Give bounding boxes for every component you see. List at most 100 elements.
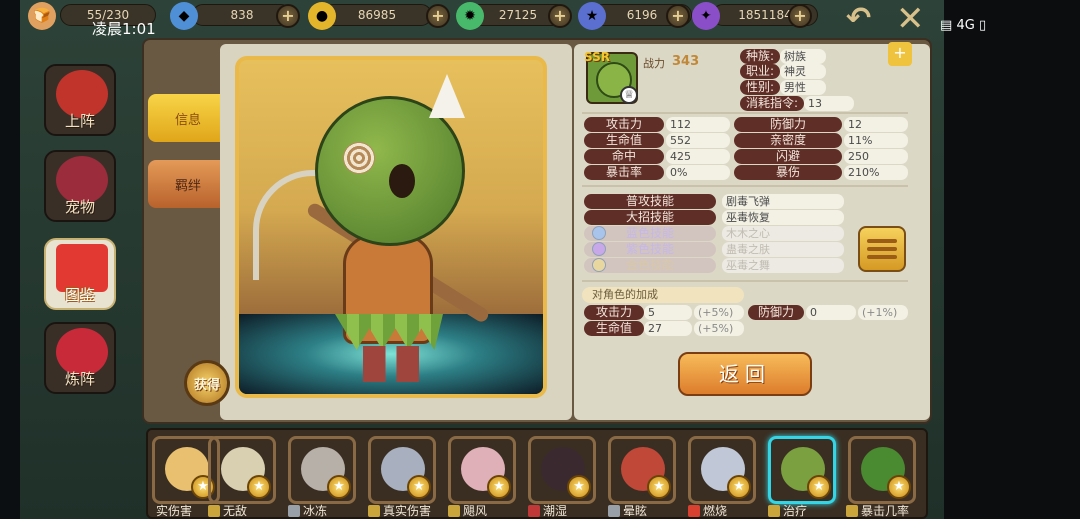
- network-type: 4G: [956, 18, 975, 33]
- hero-trait-label: 晕眩: [608, 503, 647, 519]
- hero-trait-label: 治疗: [768, 503, 807, 519]
- purple-star-icon: ✦: [692, 2, 720, 30]
- star-icon: ★: [807, 475, 831, 499]
- roster-hero[interactable]: ★: [448, 436, 516, 504]
- star-icon: ★: [567, 475, 591, 499]
- gold-coin-icon: ●: [308, 2, 336, 30]
- star-icon: ★: [407, 475, 431, 499]
- bonus-percent: (+5%): [694, 305, 744, 320]
- skill-value[interactable]: 剧毒飞弹: [722, 194, 844, 209]
- hero-trait-label: 实伤害: [156, 504, 193, 518]
- bonus-label: 防御力: [748, 305, 804, 320]
- roster-hero[interactable]: ★: [608, 436, 676, 504]
- add-gold-button[interactable]: +: [426, 4, 450, 28]
- obtain-button[interactable]: 获得: [184, 360, 230, 406]
- list-menu-button[interactable]: [858, 226, 906, 272]
- sidebar-item-codex[interactable]: 图鉴: [44, 238, 116, 310]
- power-label: 战力: [643, 57, 665, 70]
- add-icon[interactable]: +: [888, 42, 912, 66]
- star-icon: ★: [327, 475, 351, 499]
- stat-value: 11%: [844, 133, 908, 148]
- star-icon: ★: [247, 475, 271, 499]
- stat-label: 暴击率: [584, 165, 664, 180]
- tab-bond[interactable]: 羁绊: [148, 160, 228, 208]
- add-honor-button[interactable]: +: [666, 4, 690, 28]
- close-icon[interactable]: ✕: [896, 2, 925, 36]
- crown-icon: ♕: [620, 86, 638, 104]
- add-star-button[interactable]: +: [788, 4, 812, 28]
- rarity-badge: SSR: [584, 50, 610, 64]
- gold-counter: 86985: [322, 4, 432, 26]
- horn-decoration: [429, 74, 465, 118]
- sidebar-item-label: 上阵: [64, 112, 95, 130]
- sidebar-item-label: 图鉴: [64, 286, 95, 304]
- race-value: 树族: [780, 49, 826, 64]
- gold-orb-icon: [592, 258, 606, 272]
- dizzy-icon: [608, 505, 620, 517]
- stat-label: 闪避: [734, 149, 842, 164]
- add-candy-button[interactable]: +: [548, 4, 572, 28]
- stat-value: 0%: [666, 165, 730, 180]
- roster-hero[interactable]: ★: [288, 436, 356, 504]
- star-icon: ★: [887, 475, 911, 499]
- hero-legs: [363, 346, 419, 382]
- undo-arrow-icon[interactable]: ↶: [846, 4, 871, 34]
- list-line-icon: [867, 255, 897, 259]
- stat-label: 命中: [584, 149, 664, 164]
- purple-orb-icon: [592, 242, 606, 256]
- return-button[interactable]: 返回: [678, 352, 812, 396]
- hero-trait-label: 燃烧: [688, 503, 727, 519]
- bonus-value: 27: [644, 321, 692, 336]
- hero-trait-label: 暴击几率: [846, 503, 909, 519]
- stat-value: 425: [666, 149, 730, 164]
- snowflake-icon: [288, 505, 300, 517]
- class-label: 职业:: [740, 64, 780, 79]
- star-icon: ★: [487, 475, 511, 499]
- resource-bar: 55/230 🍞 838 ◆ + 86985 ● + 27125 ✹ + 619…: [22, 0, 922, 32]
- skill-value-locked[interactable]: 木木之心: [722, 226, 844, 241]
- battery-icon: ▯: [978, 18, 987, 33]
- bonus-value: 0: [806, 305, 856, 320]
- sidebar-item-lineup[interactable]: 上阵: [44, 64, 116, 136]
- hero-portrait: [235, 56, 547, 398]
- gender-label: 性别:: [740, 80, 780, 95]
- bread-icon: 🍞: [28, 2, 56, 30]
- skill-value[interactable]: 巫毒恢复: [722, 210, 844, 225]
- gender-value: 男性: [780, 80, 826, 95]
- hero-trait-label: 真实伤害: [368, 503, 431, 519]
- roster-hero[interactable]: ★: [528, 436, 596, 504]
- stat-label: 暴伤: [734, 165, 842, 180]
- roster-hero[interactable]: ★: [688, 436, 756, 504]
- stat-value: 250: [844, 149, 908, 164]
- wind-icon: [448, 505, 460, 517]
- power-value: 343: [672, 54, 700, 69]
- game-screen: ❮ ▢ ☰ 55/230 🍞 838 ◆ + 86985 ● + 27125 ✹…: [0, 0, 1080, 519]
- skill-label: 大招技能: [584, 210, 716, 225]
- sidebar-item-formation[interactable]: 炼阵: [44, 322, 116, 394]
- roster-hero-selected[interactable]: ★: [768, 436, 836, 504]
- bonus-value: 5: [644, 305, 692, 320]
- sidebar-item-label: 炼阵: [64, 370, 95, 388]
- tab-info[interactable]: 信息: [148, 94, 228, 142]
- sidebar-item-pet[interactable]: 宠物: [44, 150, 116, 222]
- divider: [582, 185, 908, 187]
- bonus-percent: (+5%): [694, 321, 744, 336]
- bonus-label: 生命值: [584, 321, 644, 336]
- blue-orb-icon: [592, 226, 606, 240]
- status-clock: 凌晨1:01: [92, 20, 156, 38]
- roster-hero[interactable]: ★: [368, 436, 436, 504]
- add-diamond-button[interactable]: +: [276, 4, 300, 28]
- command-value: 13: [804, 96, 854, 111]
- stat-label: 防御力: [734, 117, 842, 132]
- roster-hero[interactable]: ★: [848, 436, 916, 504]
- list-line-icon: [867, 247, 897, 251]
- shield-icon: [208, 505, 220, 517]
- skill-value-locked[interactable]: 蛊毒之肤: [722, 242, 844, 257]
- diamond-icon: ◆: [170, 2, 198, 30]
- roster-hero[interactable]: ★: [208, 436, 276, 504]
- stat-value: 552: [666, 133, 730, 148]
- skill-value-locked[interactable]: 巫毒之舞: [722, 258, 844, 273]
- command-label: 消耗指令:: [740, 96, 804, 111]
- hero-trait-label: 冰冻: [288, 503, 327, 519]
- hero-trait-label: 飓风: [448, 503, 487, 519]
